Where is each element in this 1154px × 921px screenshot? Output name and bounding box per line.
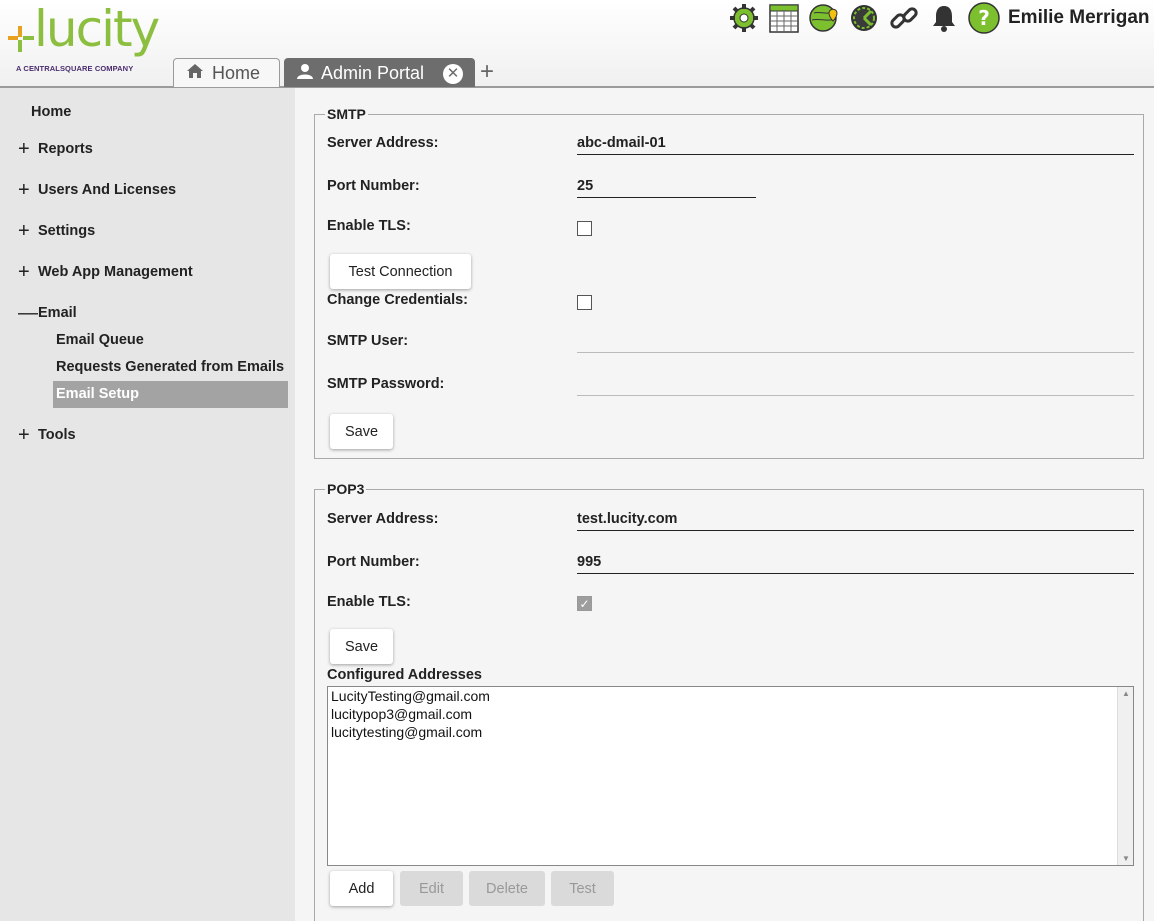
smtp-port-label: Port Number: [327, 178, 420, 194]
delete-address-button[interactable]: Delete [469, 871, 545, 906]
list-item[interactable]: lucitypop3@gmail.com [328, 705, 1133, 723]
tab-admin-label: Admin Portal [321, 62, 425, 83]
sidebar-item-home[interactable]: Home [31, 104, 71, 120]
sidebar-item-settings[interactable]: + Settings [18, 220, 95, 242]
link-icon[interactable] [888, 2, 920, 34]
pop3-tls-label: Enable TLS: [327, 594, 411, 610]
svg-text:?: ? [978, 6, 990, 30]
pop3-legend: POP3 [325, 481, 367, 497]
pop3-tls-checkbox[interactable]: ✓ [577, 596, 592, 611]
email-setup-panel: SMTP Server Address: abc-dmail-01 Port N… [295, 88, 1154, 921]
pop3-server-label: Server Address: [327, 511, 439, 527]
sidebar-item-email-setup[interactable]: Email Setup [53, 381, 288, 408]
list-item[interactable]: LucityTesting@gmail.com [328, 687, 1133, 705]
test-connection-button[interactable]: Test Connection [330, 254, 471, 289]
configured-addresses-list[interactable]: LucityTesting@gmail.com lucitypop3@gmail… [327, 686, 1134, 866]
expand-icon: + [18, 220, 30, 242]
expand-icon: + [18, 179, 30, 201]
sidebar-item-requests-from-emails[interactable]: Requests Generated from Emails [56, 359, 284, 375]
smtp-server-input[interactable]: abc-dmail-01 [577, 135, 1134, 155]
expand-icon: + [18, 261, 30, 283]
pop3-save-button[interactable]: Save [330, 629, 393, 664]
calendar-icon[interactable] [768, 2, 800, 34]
smtp-password-label: SMTP Password: [327, 376, 445, 392]
smtp-user-input[interactable] [577, 352, 1134, 353]
sidebar-item-email[interactable]: — Email [18, 302, 77, 324]
expand-icon: + [18, 138, 30, 160]
smtp-save-button[interactable]: Save [330, 414, 393, 449]
sidebar-nav: Home + Reports + Users And Licenses + Se… [0, 88, 295, 921]
edit-address-button[interactable]: Edit [400, 871, 463, 906]
smtp-port-input[interactable]: 25 [577, 178, 756, 198]
sidebar-item-users-licenses[interactable]: + Users And Licenses [18, 179, 176, 201]
bell-icon[interactable] [928, 2, 960, 34]
header-toolbar: ? [728, 2, 1008, 34]
smtp-tls-label: Enable TLS: [327, 218, 411, 234]
user-name[interactable]: Emilie Merrigan [1008, 7, 1150, 29]
smtp-legend: SMTP [325, 106, 368, 122]
sidebar-item-reports[interactable]: + Reports [18, 138, 93, 160]
list-item[interactable]: lucitytesting@gmail.com [328, 723, 1133, 741]
expand-icon: + [18, 424, 30, 446]
sidebar-item-email-queue[interactable]: Email Queue [56, 332, 144, 348]
smtp-tls-checkbox[interactable] [577, 221, 592, 236]
pop3-section: POP3 Server Address: test.lucity.com Por… [314, 481, 1144, 921]
app-header: lucity A CENTRALSQUARE COMPANY Home Admi… [0, 0, 1154, 88]
change-credentials-label: Change Credentials: [327, 292, 468, 308]
sidebar-item-tools[interactable]: + Tools [18, 424, 76, 446]
gear-icon[interactable] [728, 2, 760, 34]
sidebar-item-web-app-management[interactable]: + Web App Management [18, 261, 193, 283]
list-scrollbar[interactable]: ▲ ▼ [1117, 687, 1133, 865]
pop3-port-label: Port Number: [327, 554, 420, 570]
test-address-button[interactable]: Test [551, 871, 614, 906]
tab-admin-portal[interactable]: Admin Portal ✕ [284, 58, 475, 87]
map-marker-icon[interactable] [808, 2, 840, 34]
tab-home[interactable]: Home [173, 58, 280, 87]
change-credentials-checkbox[interactable] [577, 295, 592, 310]
collapse-icon: — [18, 302, 38, 324]
lucity-logo: lucity A CENTRALSQUARE COMPANY [4, 0, 164, 76]
scroll-up-icon[interactable]: ▲ [1122, 689, 1130, 698]
scroll-down-icon[interactable]: ▼ [1122, 854, 1130, 863]
smtp-server-label: Server Address: [327, 135, 439, 151]
add-tab-icon[interactable]: + [480, 58, 494, 86]
pop3-server-input[interactable]: test.lucity.com [577, 511, 1134, 531]
configured-addresses-label: Configured Addresses [327, 667, 482, 683]
pop3-port-input[interactable]: 995 [577, 554, 1134, 574]
help-icon[interactable]: ? [968, 2, 1000, 34]
logo-tagline: A CENTRALSQUARE COMPANY [16, 64, 134, 73]
smtp-password-input[interactable] [577, 395, 1134, 396]
close-icon[interactable]: ✕ [443, 64, 463, 84]
tab-home-label: Home [212, 62, 261, 83]
user-icon [297, 63, 313, 84]
add-address-button[interactable]: Add [330, 871, 393, 906]
logo-wordmark: lucity [34, 0, 160, 58]
logo-cross-mark [8, 26, 34, 52]
smtp-section: SMTP Server Address: abc-dmail-01 Port N… [314, 106, 1144, 459]
dashboard-icon[interactable] [848, 2, 880, 34]
smtp-user-label: SMTP User: [327, 333, 409, 349]
home-icon [186, 63, 204, 84]
